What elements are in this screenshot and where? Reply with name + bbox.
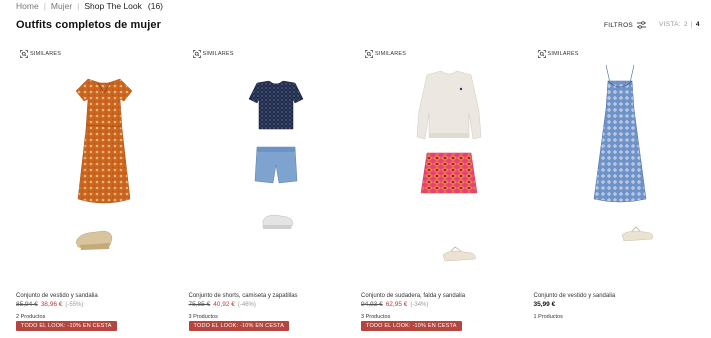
price-original: 75,85 € [188, 301, 211, 308]
view-option-2[interactable]: 2 [684, 21, 688, 28]
similar-label: SIMILARES [30, 51, 62, 57]
outfit-image[interactable] [534, 59, 707, 277]
price-row: 35,99 € [534, 301, 556, 308]
product-count: 2 Productos [16, 314, 46, 320]
outfit-illustration [593, 64, 653, 242]
outfit-title[interactable]: Conjunto de vestido y sandalia [16, 293, 98, 299]
outfit-image[interactable] [189, 59, 362, 277]
breadcrumb-category[interactable]: Mujer [51, 1, 72, 11]
sliders-icon [637, 21, 647, 29]
visual-search-icon [20, 50, 28, 58]
outfit-title[interactable]: Conjunto de sudadera, falda y sandalia [361, 293, 465, 299]
price-row: 85,94 € 38,96 € (-55%) [16, 301, 83, 308]
similar-label: SIMILARES [375, 51, 407, 57]
outfit-card[interactable]: SIMILARES Conjunto de vestido y sandalia… [534, 47, 707, 337]
product-count: 1 Productos [533, 314, 563, 320]
view-label: VISTA: [659, 21, 681, 28]
discount-percent: (-55%) [65, 302, 84, 308]
breadcrumb: Home | Mujer | Shop The Look (16) [16, 1, 163, 11]
outfit-image[interactable] [16, 59, 189, 277]
outfit-illustration [75, 78, 133, 250]
visual-search-icon [365, 50, 373, 58]
product-grid: SIMILARES Conjunto de vestido y sandalia [16, 47, 706, 337]
page-title: Outfits completos de mujer [16, 19, 162, 31]
price-original: 94,93 € [361, 301, 383, 308]
price-row: 94,93 € 62,95 € (-34%) [361, 301, 428, 308]
view-separator: | [690, 21, 693, 28]
similar-button[interactable]: SIMILARES [20, 50, 61, 58]
breadcrumb-separator: | [43, 1, 46, 11]
outfit-illustration [248, 80, 303, 229]
outfit-title[interactable]: Conjunto de vestido y sandalia [534, 293, 616, 299]
promo-badge[interactable]: TODO EL LOOK: -10% EN CESTA [188, 321, 290, 331]
discount-percent: (-46%) [237, 302, 256, 308]
promo-badge[interactable]: TODO EL LOOK: -10% EN CESTA [361, 321, 462, 331]
outfit-card[interactable]: SIMILARES Conjunto de sudadera, falda y … [361, 47, 534, 337]
outfit-card[interactable]: SIMILARES Conjunto de vestido y sandalia [16, 47, 189, 337]
price-sale: 62,95 € [385, 301, 408, 308]
product-count: 3 Productos [361, 314, 391, 320]
filters-label: FILTROS [604, 21, 634, 29]
similar-button[interactable]: SIMILARES [537, 50, 579, 58]
filters-button[interactable]: FILTROS [604, 21, 647, 29]
price-original: 85,94 € [16, 301, 38, 308]
view-option-4[interactable]: 4 [696, 21, 700, 28]
product-count: 3 Productos [188, 314, 218, 320]
outfit-card[interactable]: SIMILARES Conjunto de shorts, camiseta y… [188, 47, 362, 337]
similar-button[interactable]: SIMILARES [365, 50, 406, 58]
price-sale: 38,96 € [40, 301, 63, 308]
promo-badge[interactable]: TODO EL LOOK: -10% EN CESTA [16, 321, 117, 331]
similar-button[interactable]: SIMILARES [192, 50, 234, 58]
view-selector: VISTA: 2 | 4 [659, 21, 700, 28]
visual-search-icon [537, 50, 546, 58]
price-regular: 35,99 € [533, 301, 556, 308]
breadcrumb-home[interactable]: Home [16, 1, 39, 11]
outfit-image[interactable] [361, 59, 534, 277]
breadcrumb-current: Shop The Look [84, 1, 142, 11]
discount-percent: (-34%) [410, 302, 429, 308]
price-sale: 40,92 € [213, 301, 235, 308]
outfit-title[interactable]: Conjunto de shorts, camiseta y zapatilla… [189, 293, 298, 299]
similar-label: SIMILARES [547, 51, 579, 57]
similar-label: SIMILARES [202, 51, 234, 57]
breadcrumb-count: (16) [147, 1, 164, 11]
breadcrumb-separator: | [77, 1, 80, 11]
price-row: 75,85 € 40,92 € (-46%) [189, 301, 256, 308]
visual-search-icon [192, 50, 201, 58]
outfit-illustration [416, 70, 482, 262]
